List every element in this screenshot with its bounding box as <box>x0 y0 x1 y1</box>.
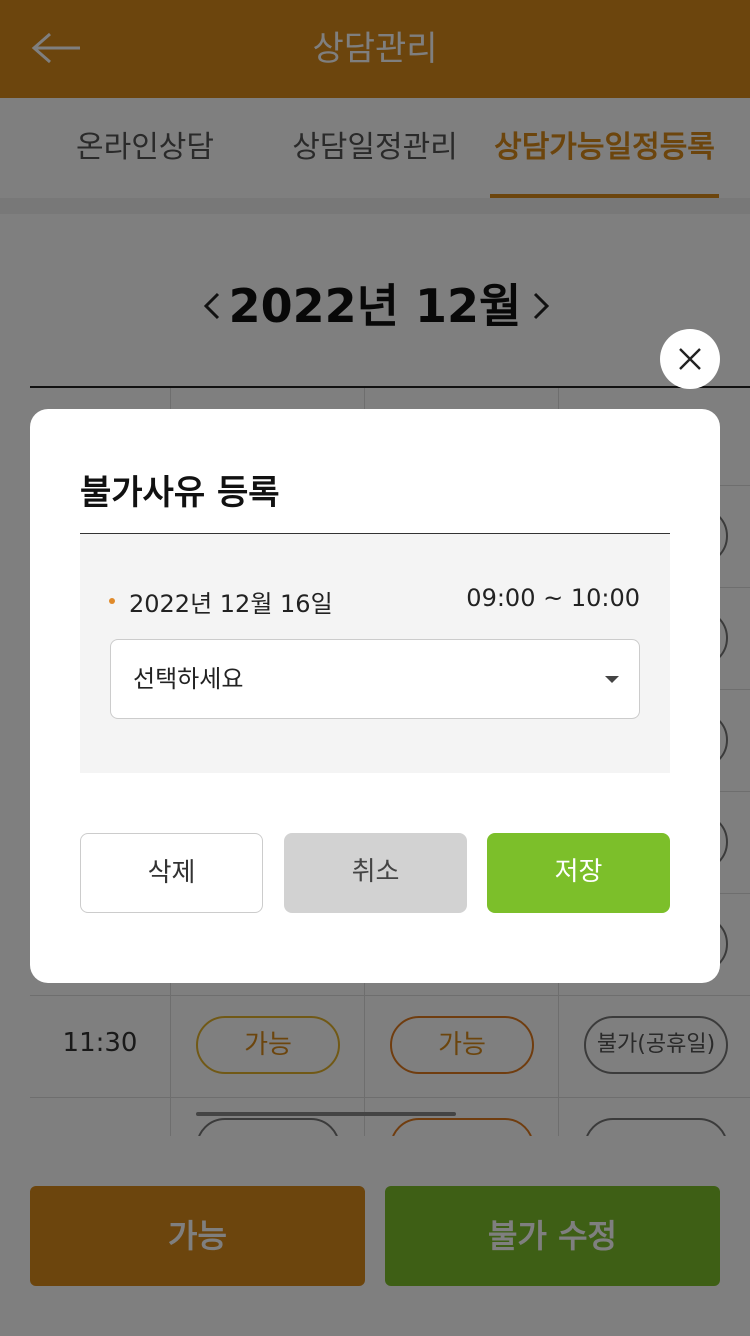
unavailable-reason-modal: 불가사유 등록 2022년 12월 16일 09:00 ~ 10:00 선택하세… <box>30 409 720 983</box>
modal-close-button[interactable] <box>660 329 720 389</box>
dropdown-arrow-icon <box>605 676 619 683</box>
save-button[interactable]: 저장 <box>487 833 670 913</box>
selected-date: 2022년 12월 16일 <box>129 590 333 618</box>
modal-title: 불가사유 등록 <box>80 473 280 513</box>
delete-button[interactable]: 삭제 <box>80 833 263 913</box>
bullet-icon <box>109 598 115 604</box>
cancel-button[interactable]: 취소 <box>284 833 467 913</box>
reason-select-value: 선택하세요 <box>133 665 244 693</box>
reason-select[interactable]: 선택하세요 <box>110 639 640 719</box>
selected-time-range: 09:00 ~ 10:00 <box>466 584 640 612</box>
modal-form-area: 2022년 12월 16일 09:00 ~ 10:00 선택하세요 <box>80 534 670 773</box>
close-icon <box>679 348 701 370</box>
